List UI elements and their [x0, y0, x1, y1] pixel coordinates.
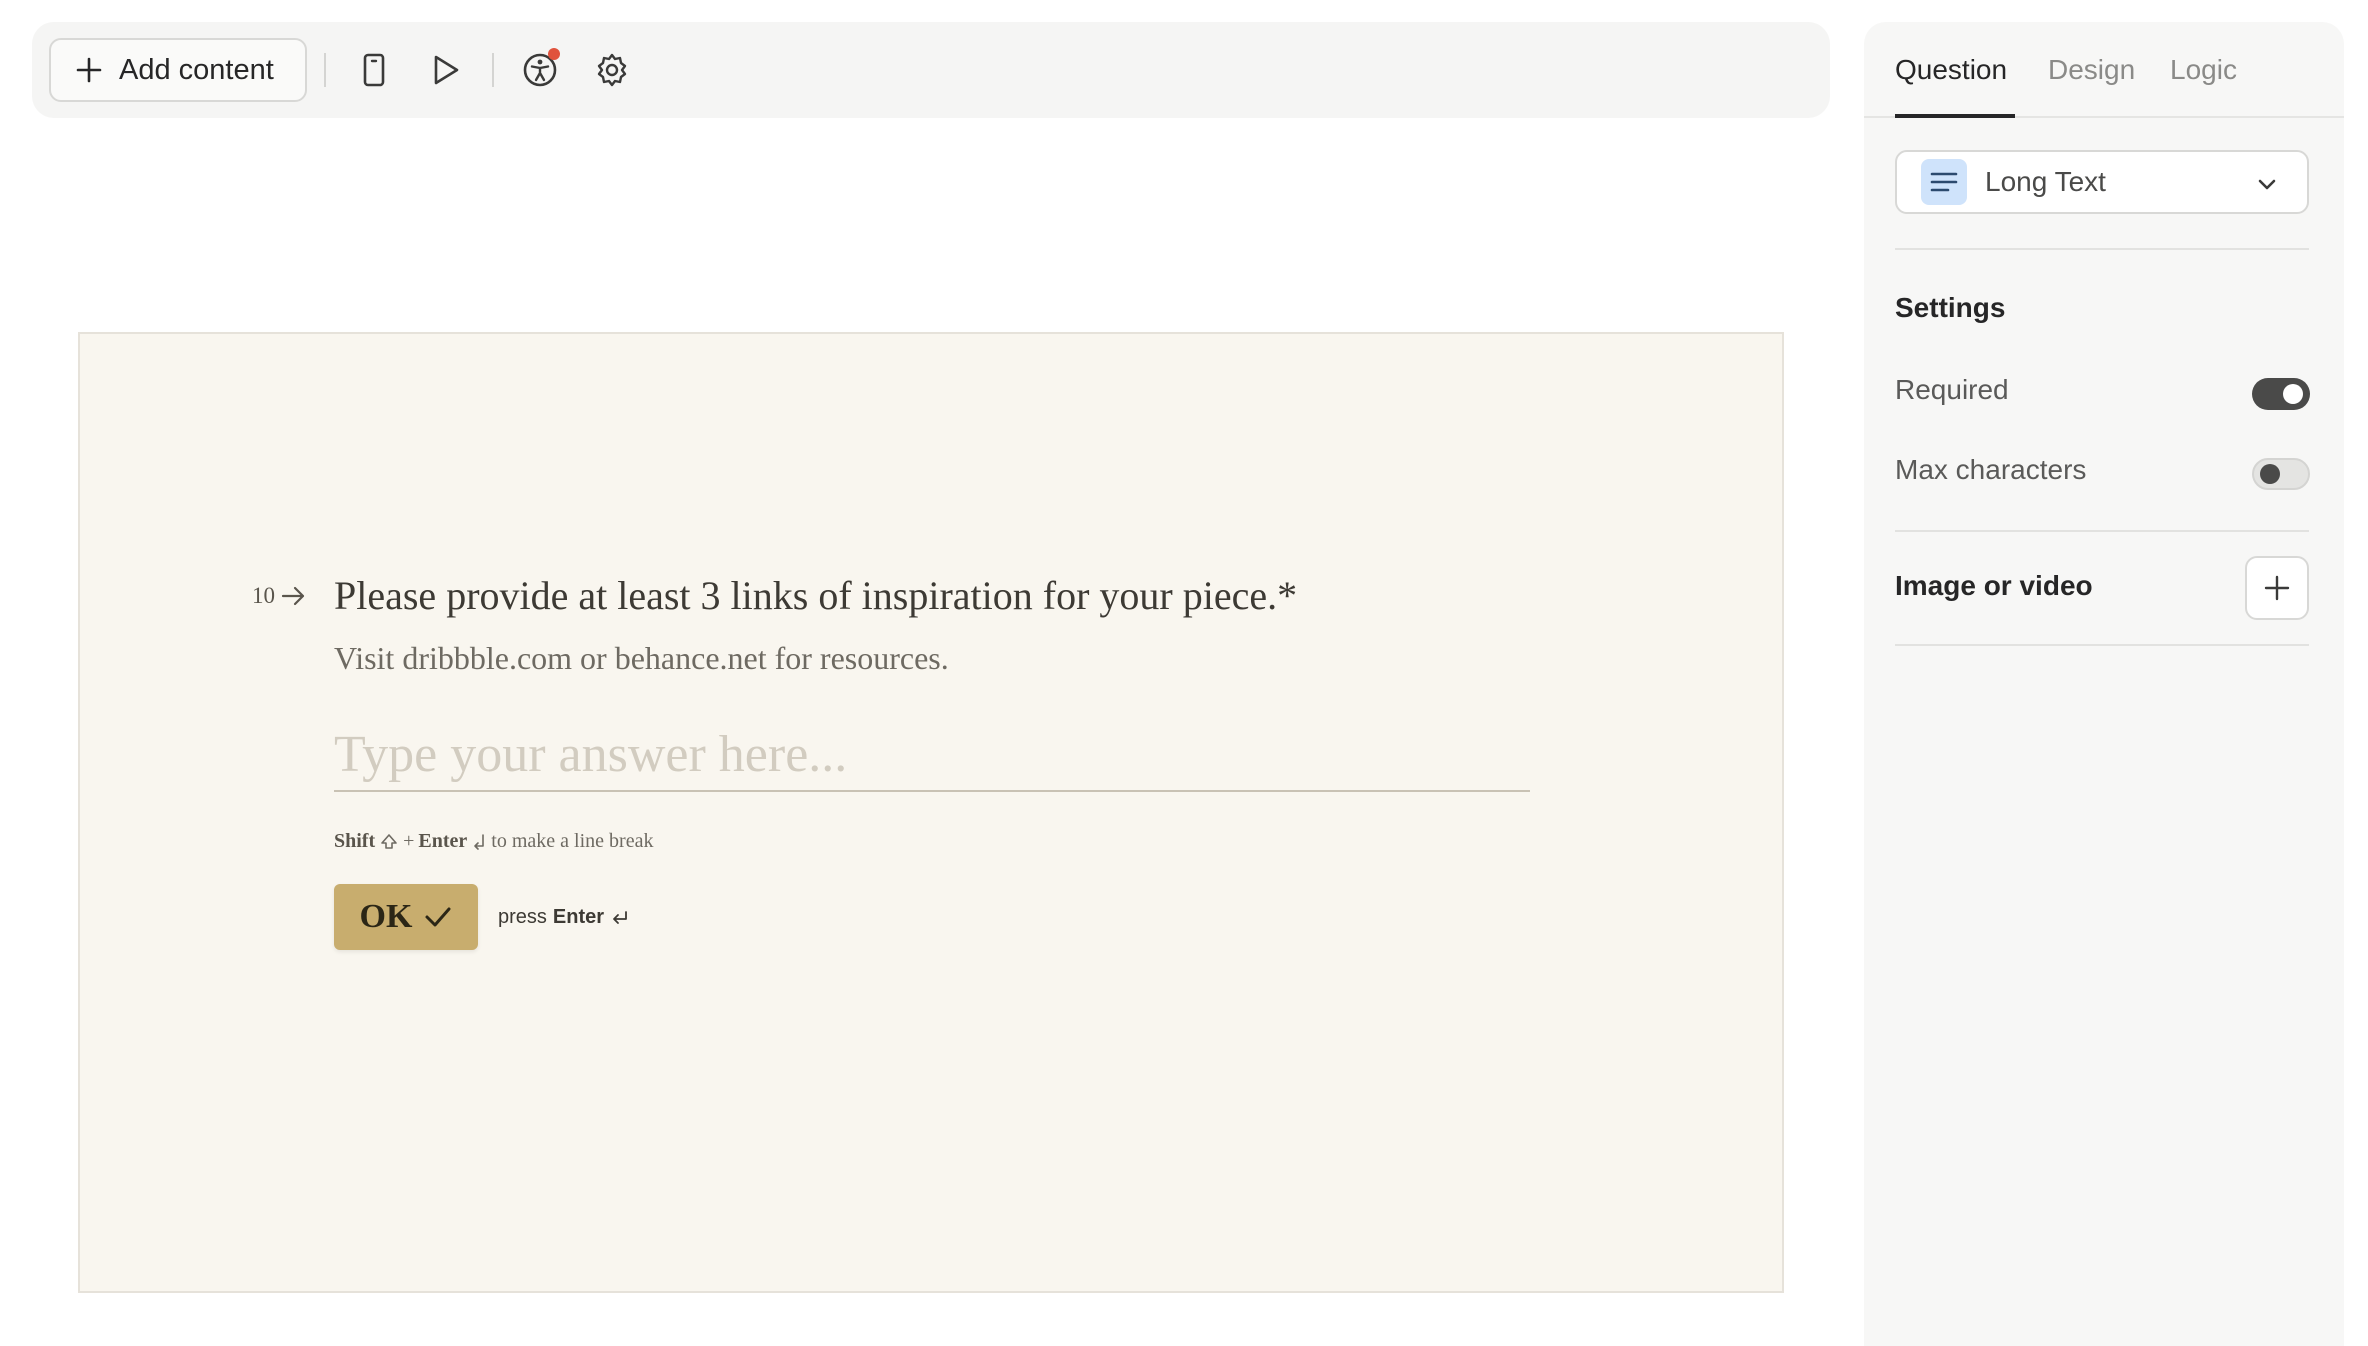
mobile-preview-icon [363, 53, 385, 87]
toggle-knob [2283, 384, 2303, 404]
hint-shift-key: Shift [334, 830, 376, 852]
add-image-or-video-button[interactable] [2245, 556, 2309, 620]
checkmark-icon [425, 907, 451, 927]
shift-icon [381, 833, 397, 849]
press-enter-hint: press Enter [498, 906, 630, 929]
settings-heading: Settings [1895, 292, 2006, 323]
panel-divider [1895, 644, 2309, 646]
play-icon [434, 55, 459, 85]
toggle-knob [2260, 464, 2280, 484]
question-number: 10 [252, 583, 307, 609]
question-description[interactable]: Visit dribbble.com or behance.net for re… [334, 640, 949, 677]
question-number-label: 10 [252, 583, 275, 608]
line-break-hint: Shift + Enter to make a line break [334, 830, 653, 853]
long-text-icon [1921, 159, 1967, 205]
plus-icon [2264, 575, 2290, 601]
hint-suffix: to make a line break [491, 830, 654, 852]
tab-design[interactable]: Design [2048, 54, 2135, 86]
return-icon [474, 833, 485, 850]
arrow-right-icon [281, 586, 305, 606]
tab-question[interactable]: Question [1895, 54, 2007, 86]
hint-plus: + [403, 830, 415, 852]
required-toggle[interactable] [2252, 378, 2310, 410]
answer-input[interactable] [334, 726, 1530, 792]
image-or-video-label: Image or video [1895, 570, 2093, 601]
hint-enter-key: Enter [418, 830, 468, 852]
question-type-dropdown[interactable]: Long Text [1895, 150, 2309, 214]
press-label: press [498, 906, 547, 928]
accessibility-button[interactable] [516, 46, 564, 94]
mobile-preview-button[interactable] [350, 46, 398, 94]
notification-dot [548, 48, 560, 60]
max-characters-toggle[interactable] [2252, 458, 2310, 490]
press-key: Enter [552, 906, 605, 928]
max-characters-label: Max characters [1895, 454, 2087, 485]
question-settings-panel: Question Design Logic Long Text Settings… [1864, 22, 2344, 1346]
plus-icon [76, 57, 102, 83]
ok-button[interactable]: OK [334, 884, 478, 950]
add-content-label: Add content [119, 53, 274, 86]
add-content-button[interactable]: Add content [49, 38, 307, 102]
toolbar-divider [324, 53, 326, 87]
settings-gear-icon [597, 53, 627, 87]
panel-tabs: Question Design Logic [1864, 22, 2344, 118]
chevron-down-icon [2258, 179, 2276, 190]
preview-play-button[interactable] [422, 46, 470, 94]
panel-divider [1895, 530, 2309, 532]
editor-toolbar: Add content [32, 22, 1830, 118]
return-icon [613, 910, 627, 924]
settings-button[interactable] [588, 46, 636, 94]
form-preview-canvas: 10 Please provide at least 3 links of in… [78, 332, 1784, 1293]
tab-logic[interactable]: Logic [2170, 54, 2237, 86]
panel-divider [1895, 248, 2309, 250]
active-tab-indicator [1895, 114, 2015, 118]
question-type-label: Long Text [1985, 166, 2106, 197]
required-label: Required [1895, 374, 2009, 405]
toolbar-divider [492, 53, 494, 87]
ok-label: OK [359, 898, 413, 935]
question-title[interactable]: Please provide at least 3 links of inspi… [334, 572, 1297, 619]
